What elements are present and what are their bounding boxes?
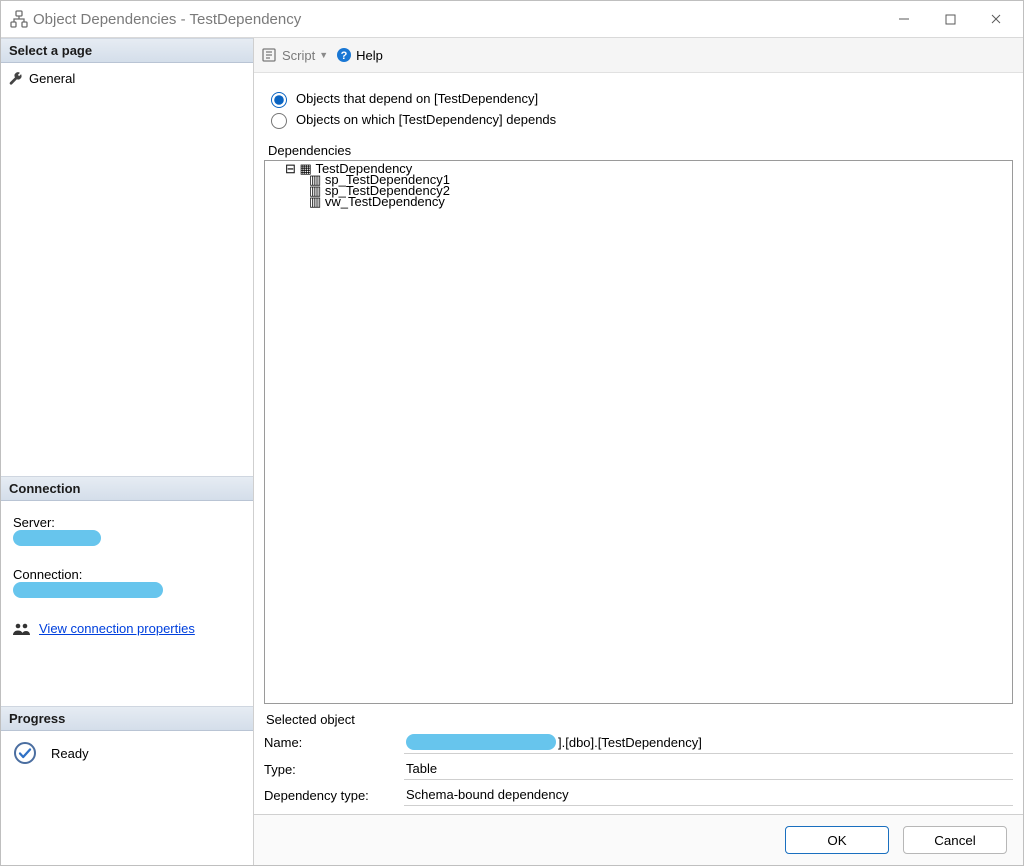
- selected-name-row: Name: ].[dbo].[TestDependency]: [264, 731, 1013, 754]
- check-circle-icon: [13, 741, 37, 765]
- dependencies-label: Dependencies: [268, 143, 1013, 158]
- radio-objects-depend-on[interactable]: Objects that depend on [TestDependency]: [266, 89, 1011, 108]
- tree-node-label: vw_TestDependency: [325, 196, 445, 207]
- progress-status: Ready: [51, 746, 89, 761]
- close-button[interactable]: [973, 3, 1019, 35]
- wrench-icon: [9, 72, 23, 86]
- minimize-button[interactable]: [881, 3, 927, 35]
- sidebar-item-general[interactable]: General: [9, 69, 245, 88]
- selected-object-header: Selected object: [266, 712, 1013, 727]
- dialog-body: Select a page General Connection Server:…: [1, 38, 1023, 865]
- sidebar-item-label: General: [29, 71, 75, 86]
- selected-deptype-label: Dependency type:: [264, 788, 404, 803]
- radio-depend-on-label: Objects that depend on [TestDependency]: [296, 91, 538, 106]
- selected-deptype-row: Dependency type: Schema-bound dependency: [264, 784, 1013, 806]
- cancel-button[interactable]: Cancel: [903, 826, 1007, 854]
- maximize-button[interactable]: [927, 3, 973, 35]
- select-page-header: Select a page: [1, 38, 253, 63]
- view-connection-properties-link[interactable]: View connection properties: [39, 621, 195, 636]
- dependencies-tree[interactable]: ⊟ ▦ TestDependency ▥ sp_TestDependency1 …: [264, 160, 1013, 704]
- script-dropdown[interactable]: Script ▼: [262, 48, 328, 63]
- window-title: Object Dependencies - TestDependency: [29, 11, 881, 28]
- dialog-window: Object Dependencies - TestDependency Sel…: [0, 0, 1024, 866]
- help-label: Help: [356, 48, 383, 63]
- connection-value-redacted: [13, 582, 163, 598]
- radio-depend-on-input[interactable]: [271, 92, 287, 108]
- selected-type-value: Table: [404, 758, 1013, 780]
- selected-type-label: Type:: [264, 762, 404, 777]
- connection-header: Connection: [1, 476, 253, 501]
- server-label: Server:: [13, 515, 241, 530]
- radio-objects-depends[interactable]: Objects on which [TestDependency] depend…: [266, 110, 1011, 129]
- server-value-redacted: [13, 530, 101, 546]
- radio-depends-input[interactable]: [271, 113, 287, 129]
- help-icon: ?: [336, 47, 352, 63]
- sidebar: Select a page General Connection Server:…: [1, 38, 254, 865]
- connection-panel: Server: Connection: View connection prop…: [1, 501, 253, 646]
- selected-type-row: Type: Table: [264, 758, 1013, 780]
- content-area: Objects that depend on [TestDependency] …: [254, 73, 1023, 814]
- main-panel: Script ▼ ? Help Objects that depend on […: [254, 38, 1023, 865]
- progress-panel: Ready: [1, 731, 253, 775]
- script-icon: [262, 48, 278, 62]
- collapse-icon[interactable]: ⊟: [285, 161, 296, 176]
- selected-deptype-value: Schema-bound dependency: [404, 784, 1013, 806]
- title-bar: Object Dependencies - TestDependency: [1, 1, 1023, 38]
- hierarchy-icon: [9, 9, 29, 29]
- selected-name-redacted: [406, 734, 556, 750]
- chevron-down-icon: ▼: [319, 50, 328, 60]
- toolbar: Script ▼ ? Help: [254, 38, 1023, 73]
- users-icon: [13, 622, 31, 636]
- tree-node-child[interactable]: ▥ vw_TestDependency: [269, 196, 1008, 207]
- selected-name-suffix: ].[dbo].[TestDependency]: [558, 735, 702, 750]
- help-button[interactable]: ? Help: [336, 47, 383, 63]
- connection-label: Connection:: [13, 567, 241, 582]
- ok-button[interactable]: OK: [785, 826, 889, 854]
- dependency-direction-group: Objects that depend on [TestDependency] …: [266, 87, 1011, 131]
- progress-header: Progress: [1, 706, 253, 731]
- view-icon: ▥: [309, 194, 321, 209]
- dialog-footer: OK Cancel: [254, 814, 1023, 865]
- radio-depends-label: Objects on which [TestDependency] depend…: [296, 112, 556, 127]
- selected-name-label: Name:: [264, 735, 404, 750]
- caption-buttons: [881, 3, 1019, 35]
- script-label: Script: [282, 48, 315, 63]
- selected-name-value[interactable]: ].[dbo].[TestDependency]: [404, 731, 1013, 754]
- svg-text:?: ?: [341, 50, 348, 62]
